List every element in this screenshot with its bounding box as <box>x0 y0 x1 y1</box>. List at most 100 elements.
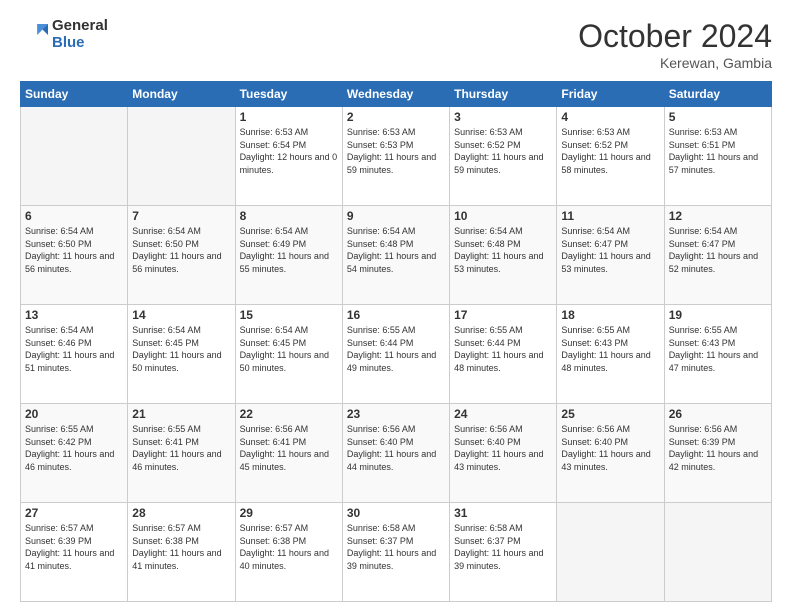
day-info: Sunrise: 6:56 AM Sunset: 6:40 PM Dayligh… <box>454 423 552 473</box>
table-row: 23 Sunrise: 6:56 AM Sunset: 6:40 PM Dayli… <box>342 404 449 503</box>
day-info: Sunrise: 6:54 AM Sunset: 6:45 PM Dayligh… <box>240 324 338 374</box>
table-row: 3 Sunrise: 6:53 AM Sunset: 6:52 PM Daylig… <box>450 107 557 206</box>
logo-text: General Blue <box>52 18 108 51</box>
table-row <box>664 503 771 602</box>
table-row: 5 Sunrise: 6:53 AM Sunset: 6:51 PM Daylig… <box>664 107 771 206</box>
day-number: 23 <box>347 407 445 421</box>
day-info: Sunrise: 6:56 AM Sunset: 6:41 PM Dayligh… <box>240 423 338 473</box>
col-friday: Friday <box>557 82 664 107</box>
table-row: 9 Sunrise: 6:54 AM Sunset: 6:48 PM Daylig… <box>342 206 449 305</box>
table-row <box>557 503 664 602</box>
calendar-table: Sunday Monday Tuesday Wednesday Thursday… <box>20 81 772 602</box>
logo-general-text: General <box>52 18 108 35</box>
calendar-header-row: Sunday Monday Tuesday Wednesday Thursday… <box>21 82 772 107</box>
table-row <box>128 107 235 206</box>
col-sunday: Sunday <box>21 82 128 107</box>
table-row: 31Sunrise: 6:58 AM Sunset: 6:37 PM Dayli… <box>450 503 557 602</box>
table-row: 16 Sunrise: 6:55 AM Sunset: 6:44 PM Dayli… <box>342 305 449 404</box>
day-info: Sunrise: 6:55 AM Sunset: 6:42 PM Dayligh… <box>25 423 123 473</box>
day-number: 18 <box>561 308 659 322</box>
day-info: Sunrise: 6:58 AM Sunset: 6:37 PM Dayligh… <box>347 522 445 572</box>
logo: General Blue <box>20 18 108 51</box>
day-number: 28 <box>132 506 230 520</box>
table-row: 20Sunrise: 6:55 AM Sunset: 6:42 PM Dayli… <box>21 404 128 503</box>
day-number: 4 <box>561 110 659 124</box>
day-info: Sunrise: 6:58 AM Sunset: 6:37 PM Dayligh… <box>454 522 552 572</box>
calendar-location: Kerewan, Gambia <box>578 55 772 71</box>
day-info: Sunrise: 6:57 AM Sunset: 6:39 PM Dayligh… <box>25 522 123 572</box>
day-info: Sunrise: 6:56 AM Sunset: 6:39 PM Dayligh… <box>669 423 767 473</box>
day-number: 9 <box>347 209 445 223</box>
day-number: 15 <box>240 308 338 322</box>
table-row: 4 Sunrise: 6:53 AM Sunset: 6:52 PM Daylig… <box>557 107 664 206</box>
day-info: Sunrise: 6:55 AM Sunset: 6:43 PM Dayligh… <box>561 324 659 374</box>
calendar-title: October 2024 <box>578 18 772 55</box>
table-row <box>21 107 128 206</box>
day-info: Sunrise: 6:56 AM Sunset: 6:40 PM Dayligh… <box>561 423 659 473</box>
table-row: 6 Sunrise: 6:54 AM Sunset: 6:50 PM Daylig… <box>21 206 128 305</box>
title-block: October 2024 Kerewan, Gambia <box>578 18 772 71</box>
day-number: 8 <box>240 209 338 223</box>
day-number: 14 <box>132 308 230 322</box>
table-row: 30 Sunrise: 6:58 AM Sunset: 6:37 PM Dayli… <box>342 503 449 602</box>
header: General Blue October 2024 Kerewan, Gambi… <box>20 18 772 71</box>
day-info: Sunrise: 6:54 AM Sunset: 6:49 PM Dayligh… <box>240 225 338 275</box>
calendar-week-row: 6 Sunrise: 6:54 AM Sunset: 6:50 PM Daylig… <box>21 206 772 305</box>
day-number: 30 <box>347 506 445 520</box>
day-info: Sunrise: 6:54 AM Sunset: 6:46 PM Dayligh… <box>25 324 123 374</box>
day-info: Sunrise: 6:53 AM Sunset: 6:52 PM Dayligh… <box>454 126 552 176</box>
day-info: Sunrise: 6:56 AM Sunset: 6:40 PM Dayligh… <box>347 423 445 473</box>
day-info: Sunrise: 6:55 AM Sunset: 6:44 PM Dayligh… <box>454 324 552 374</box>
col-wednesday: Wednesday <box>342 82 449 107</box>
table-row: 21Sunrise: 6:55 AM Sunset: 6:41 PM Dayli… <box>128 404 235 503</box>
day-number: 2 <box>347 110 445 124</box>
day-number: 26 <box>669 407 767 421</box>
day-info: Sunrise: 6:53 AM Sunset: 6:51 PM Dayligh… <box>669 126 767 176</box>
day-info: Sunrise: 6:54 AM Sunset: 6:48 PM Dayligh… <box>454 225 552 275</box>
day-number: 19 <box>669 308 767 322</box>
day-number: 13 <box>25 308 123 322</box>
day-info: Sunrise: 6:54 AM Sunset: 6:47 PM Dayligh… <box>669 225 767 275</box>
day-info: Sunrise: 6:53 AM Sunset: 6:52 PM Dayligh… <box>561 126 659 176</box>
day-info: Sunrise: 6:55 AM Sunset: 6:44 PM Dayligh… <box>347 324 445 374</box>
day-number: 11 <box>561 209 659 223</box>
generalblue-logo-icon <box>20 21 48 49</box>
day-info: Sunrise: 6:54 AM Sunset: 6:50 PM Dayligh… <box>25 225 123 275</box>
day-info: Sunrise: 6:53 AM Sunset: 6:53 PM Dayligh… <box>347 126 445 176</box>
table-row: 12Sunrise: 6:54 AM Sunset: 6:47 PM Dayli… <box>664 206 771 305</box>
day-number: 17 <box>454 308 552 322</box>
day-info: Sunrise: 6:57 AM Sunset: 6:38 PM Dayligh… <box>132 522 230 572</box>
col-monday: Monday <box>128 82 235 107</box>
table-row: 28 Sunrise: 6:57 AM Sunset: 6:38 PM Dayli… <box>128 503 235 602</box>
day-number: 21 <box>132 407 230 421</box>
day-number: 25 <box>561 407 659 421</box>
table-row: 25 Sunrise: 6:56 AM Sunset: 6:40 PM Dayli… <box>557 404 664 503</box>
table-row: 29 Sunrise: 6:57 AM Sunset: 6:38 PM Dayli… <box>235 503 342 602</box>
day-number: 10 <box>454 209 552 223</box>
table-row: 17 Sunrise: 6:55 AM Sunset: 6:44 PM Dayli… <box>450 305 557 404</box>
day-number: 7 <box>132 209 230 223</box>
table-row: 26 Sunrise: 6:56 AM Sunset: 6:39 PM Dayli… <box>664 404 771 503</box>
table-row: 22 Sunrise: 6:56 AM Sunset: 6:41 PM Dayli… <box>235 404 342 503</box>
day-info: Sunrise: 6:57 AM Sunset: 6:38 PM Dayligh… <box>240 522 338 572</box>
day-number: 3 <box>454 110 552 124</box>
table-row: 1Sunrise: 6:53 AM Sunset: 6:54 PM Daylig… <box>235 107 342 206</box>
col-tuesday: Tuesday <box>235 82 342 107</box>
calendar-week-row: 20Sunrise: 6:55 AM Sunset: 6:42 PM Dayli… <box>21 404 772 503</box>
col-thursday: Thursday <box>450 82 557 107</box>
day-number: 6 <box>25 209 123 223</box>
col-saturday: Saturday <box>664 82 771 107</box>
day-number: 27 <box>25 506 123 520</box>
day-number: 29 <box>240 506 338 520</box>
day-number: 5 <box>669 110 767 124</box>
day-info: Sunrise: 6:54 AM Sunset: 6:50 PM Dayligh… <box>132 225 230 275</box>
day-info: Sunrise: 6:54 AM Sunset: 6:48 PM Dayligh… <box>347 225 445 275</box>
calendar-week-row: 27 Sunrise: 6:57 AM Sunset: 6:39 PM Dayli… <box>21 503 772 602</box>
day-number: 16 <box>347 308 445 322</box>
day-number: 24 <box>454 407 552 421</box>
day-number: 22 <box>240 407 338 421</box>
table-row: 10 Sunrise: 6:54 AM Sunset: 6:48 PM Dayli… <box>450 206 557 305</box>
calendar-week-row: 1Sunrise: 6:53 AM Sunset: 6:54 PM Daylig… <box>21 107 772 206</box>
day-info: Sunrise: 6:54 AM Sunset: 6:47 PM Dayligh… <box>561 225 659 275</box>
day-info: Sunrise: 6:55 AM Sunset: 6:43 PM Dayligh… <box>669 324 767 374</box>
